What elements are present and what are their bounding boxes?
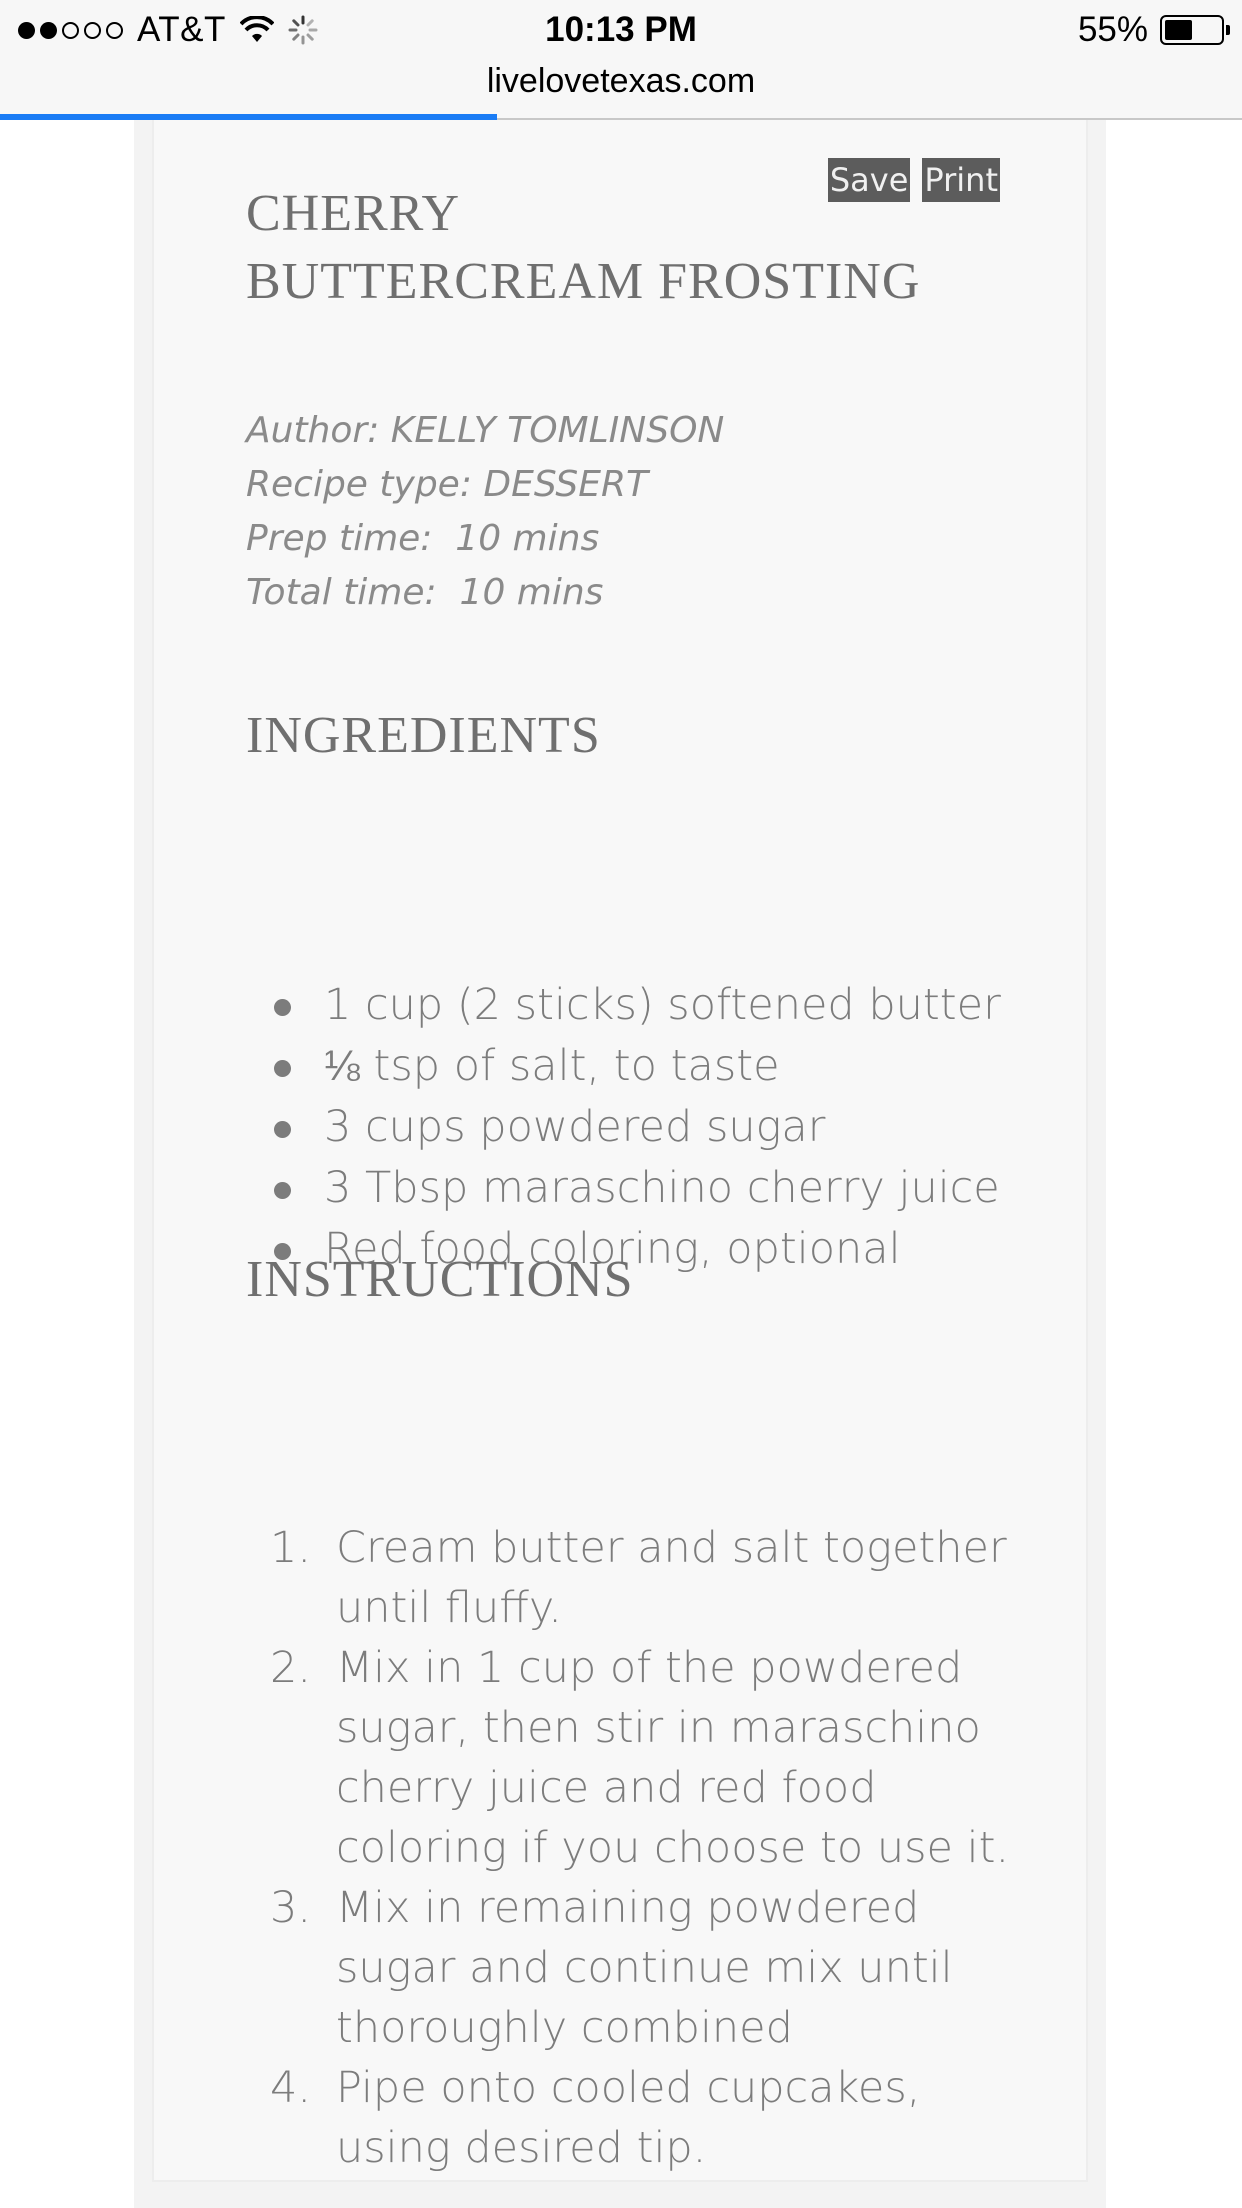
battery-level bbox=[1165, 20, 1192, 40]
recipe-card: Save Print CHERRY BUTTERCREAM FROSTING A… bbox=[152, 120, 1088, 2182]
step-number: 2. bbox=[270, 1643, 312, 1693]
instruction-step: 2. Mix in 1 cup of the powdered sugar, th… bbox=[246, 1638, 1026, 1878]
instruction-text: Cream butter and salt together until flu… bbox=[336, 1523, 1007, 1633]
instruction-step: 4. Pipe onto cooled cupcakes, using desir… bbox=[246, 2058, 1026, 2178]
instruction-text: Mix in remaining powdered sugar and cont… bbox=[336, 1883, 953, 2053]
recipe-title-line-1: CHERRY bbox=[246, 185, 461, 242]
address-bar[interactable]: livelovetexas.com bbox=[0, 60, 1242, 120]
recipe-author: Author: KELLY TOMLINSON bbox=[246, 410, 725, 451]
battery-percent: 55% bbox=[1077, 10, 1148, 49]
step-number: 3. bbox=[270, 1883, 312, 1933]
instructions-heading: INSTRUCTIONS bbox=[246, 1251, 634, 1308]
ingredients-list: 1 cup (2 sticks) softened butter ⅛ tsp o… bbox=[246, 975, 1001, 1280]
instruction-step: 1. Cream butter and salt together until f… bbox=[246, 1518, 1026, 1638]
status-right: 55% bbox=[1077, 8, 1230, 52]
total-time: Total time: 10 mins bbox=[246, 572, 604, 613]
page-content: Save Print CHERRY BUTTERCREAM FROSTING A… bbox=[134, 120, 1106, 2208]
recipe-title-line-2: BUTTERCREAM FROSTING bbox=[246, 253, 921, 310]
instruction-text: Mix in 1 cup of the powdered sugar, then… bbox=[336, 1643, 1010, 1873]
recipe-type: Recipe type: DESSERT bbox=[246, 464, 649, 505]
battery-icon bbox=[1160, 15, 1230, 45]
prep-time: Prep time: 10 mins bbox=[246, 518, 600, 559]
ingredient-item: ⅛ tsp of salt, to taste bbox=[246, 1036, 1001, 1097]
url-text[interactable]: livelovetexas.com bbox=[0, 60, 1242, 102]
step-number: 4. bbox=[270, 2063, 312, 2113]
instruction-step: 3. Mix in remaining powdered sugar and co… bbox=[246, 1878, 1026, 2058]
instructions-list: 1. Cream butter and salt together until f… bbox=[246, 1518, 1026, 2178]
ingredient-item: 3 cups powdered sugar bbox=[246, 1097, 1001, 1158]
recipe-title: CHERRY BUTTERCREAM FROSTING bbox=[246, 180, 946, 316]
status-bar: AT&T 10:13 PM 55% bbox=[0, 0, 1242, 60]
battery-nub bbox=[1226, 25, 1230, 35]
step-number: 1. bbox=[270, 1523, 312, 1573]
ingredient-item: 3 Tbsp maraschino cherry juice bbox=[246, 1158, 1001, 1219]
recipe-meta: Author: KELLY TOMLINSON Recipe type: DES… bbox=[246, 404, 724, 620]
ingredients-heading: INGREDIENTS bbox=[246, 707, 601, 764]
clock: 10:13 PM bbox=[545, 10, 697, 49]
ingredient-item: 1 cup (2 sticks) softened butter bbox=[246, 975, 1001, 1036]
instruction-text: Pipe onto cooled cupcakes, using desired… bbox=[336, 2063, 921, 2173]
